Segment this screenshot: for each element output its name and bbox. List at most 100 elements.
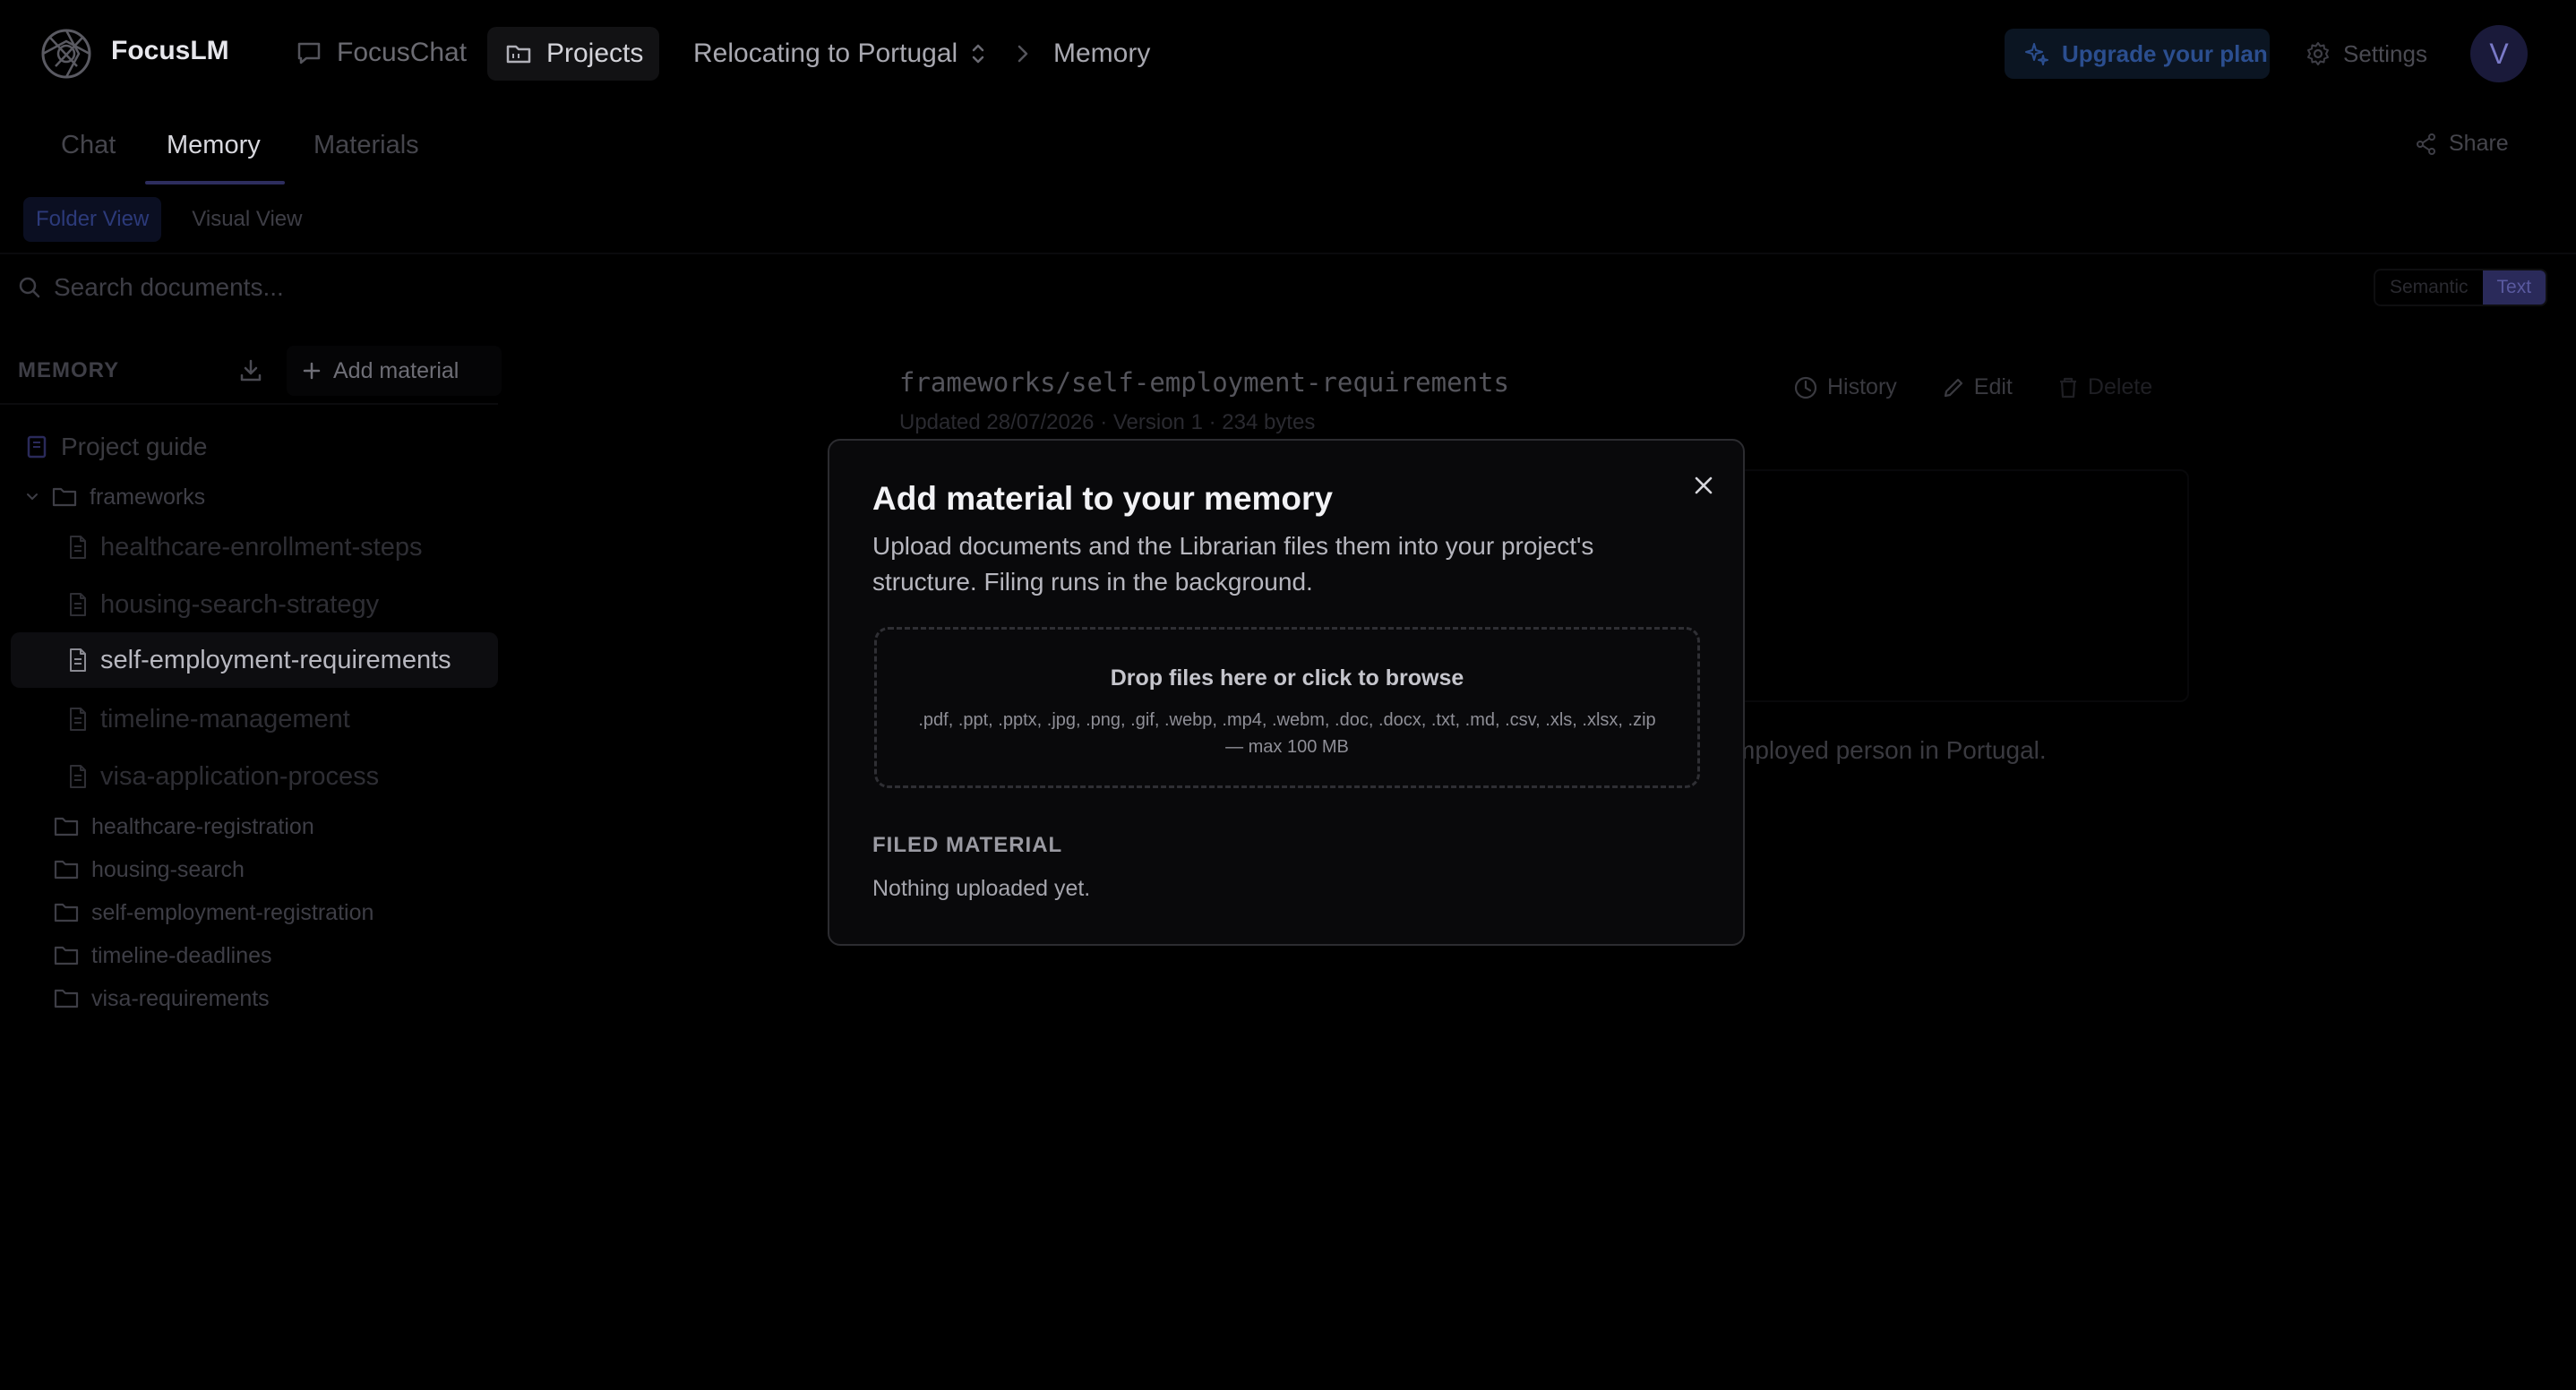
active-tab-indicator [145,181,285,184]
folder-item[interactable]: healthcare-registration [54,804,314,849]
folder-icon [52,486,77,508]
upgrade-plan-button[interactable]: Upgrade your plan [2005,29,2270,79]
document-meta: Updated 28/07/2026 · Version 1 · 234 byt… [899,410,1316,434]
search-bar[interactable]: Search documents... [18,265,284,310]
add-material-button[interactable]: Add material [287,346,502,396]
sparkle-icon [2024,41,2049,66]
nav-focuschat[interactable]: FocusChat [296,27,467,79]
modal-title: Add material to your memory [872,480,1334,517]
tab-materials[interactable]: Materials [313,131,419,160]
search-icon [18,276,41,299]
app-name[interactable]: FocusLM [111,36,229,66]
folder-label: housing-search [91,856,245,882]
file-icon [68,707,88,732]
user-avatar[interactable]: V [2470,25,2528,82]
folder-view-button[interactable]: Folder View [23,197,162,242]
focuslm-logo-icon[interactable] [39,27,93,81]
edit-label: Edit [1973,374,2013,399]
file-icon [68,592,88,617]
folder-item[interactable]: housing-search [54,847,245,892]
settings-button[interactable]: Settings [2306,29,2427,79]
project-guide-item[interactable]: Project guide [25,425,207,469]
search-input[interactable]: Search documents... [54,273,284,302]
file-icon [68,764,88,789]
settings-label: Settings [2343,39,2427,67]
edit-button[interactable]: Edit [1942,374,2013,400]
share-label: Share [2449,131,2509,156]
folder-icon [505,40,532,67]
file-label: self-employment-requirements [100,645,451,674]
file-item-selected[interactable]: self-employment-requirements [68,638,451,682]
file-item[interactable]: timeline-management [68,697,350,742]
dropzone-file-types: .pdf, .ppt, .pptx, .jpg, .png, .gif, .we… [918,710,1656,757]
folder-label: frameworks [90,484,206,510]
history-label: History [1827,374,1897,399]
dropzone-title: Drop files here or click to browse [1110,665,1464,691]
file-item[interactable]: healthcare-enrollment-steps [68,525,422,570]
chevron-down-icon [25,490,39,504]
modal-description: Upload documents and the Librarian files… [872,532,1594,596]
folder-label: healthcare-registration [91,813,314,839]
visual-view-button[interactable]: Visual View [179,197,314,242]
trash-icon [2057,376,2079,399]
chevron-right-icon [1010,41,1035,66]
folder-label: self-employment-registration [91,899,374,925]
folder-label: visa-requirements [91,985,270,1011]
chevron-up-down-icon [968,41,988,66]
file-item[interactable]: housing-search-strategy [68,582,379,627]
file-icon [68,535,88,560]
chat-bubble-icon [296,39,322,66]
close-icon[interactable] [1689,471,1718,500]
divider [0,253,2576,254]
folder-icon [54,902,79,923]
tab-chat[interactable]: Chat [61,131,116,160]
folder-item[interactable]: self-employment-registration [54,890,374,935]
upgrade-plan-label: Upgrade your plan [2062,39,2268,67]
delete-label: Delete [2087,374,2153,399]
share-button[interactable]: Share [2415,131,2509,157]
folder-item-frameworks[interactable]: frameworks [25,475,205,519]
nav-projects[interactable]: Projects [487,27,659,81]
folder-icon [54,816,79,837]
file-item[interactable]: visa-application-process [68,754,379,799]
history-button[interactable]: History [1793,374,1897,400]
project-name: Relocating to Portugal [693,39,958,68]
search-mode-toggle: Semantic Text [2374,269,2548,306]
file-label: healthcare-enrollment-steps [100,532,423,562]
document-body-text: mployed person in Portugal. [1734,736,2047,764]
file-label: housing-search-strategy [100,589,380,619]
memory-header-label: MEMORY [18,358,120,382]
add-material-label: Add material [333,357,459,383]
share-icon [2415,133,2438,156]
folder-icon [54,859,79,880]
add-material-modal: Add material to your memory Upload docum… [828,439,1745,946]
project-selector[interactable]: Relocating to Portugal [693,27,988,81]
top-bar: FocusLM FocusChat Projects Relocating to… [0,0,2576,106]
file-dropzone[interactable]: Drop files here or click to browse .pdf,… [874,627,1700,788]
nav-projects-label: Projects [546,39,644,68]
tab-memory[interactable]: Memory [167,131,261,160]
pencil-icon [1942,376,1965,399]
filed-material-heading: FILED MATERIAL [872,833,1063,857]
memory-header: MEMORY Add material [18,346,502,396]
folder-item[interactable]: visa-requirements [54,976,270,1021]
nav-focuschat-label: FocusChat [337,38,468,67]
text-mode-button[interactable]: Text [2482,270,2546,305]
gear-icon [2306,41,2331,66]
folder-item[interactable]: timeline-deadlines [54,933,272,978]
document-actions: History Edit Delete [1793,374,2152,400]
document-path: frameworks/self-employment-requirements [899,367,1509,398]
breadcrumb-current: Memory [1053,39,1151,68]
clock-icon [1793,375,1818,400]
book-icon [25,434,48,459]
folder-icon [54,988,79,1009]
file-label: timeline-management [100,704,350,734]
plus-icon [301,360,322,382]
folder-label: timeline-deadlines [91,942,272,968]
file-label: visa-application-process [100,761,380,791]
download-icon[interactable] [236,356,265,385]
delete-button[interactable]: Delete [2057,374,2152,400]
folder-icon [54,945,79,966]
semantic-mode-button[interactable]: Semantic [2375,270,2483,305]
file-icon [68,648,88,673]
